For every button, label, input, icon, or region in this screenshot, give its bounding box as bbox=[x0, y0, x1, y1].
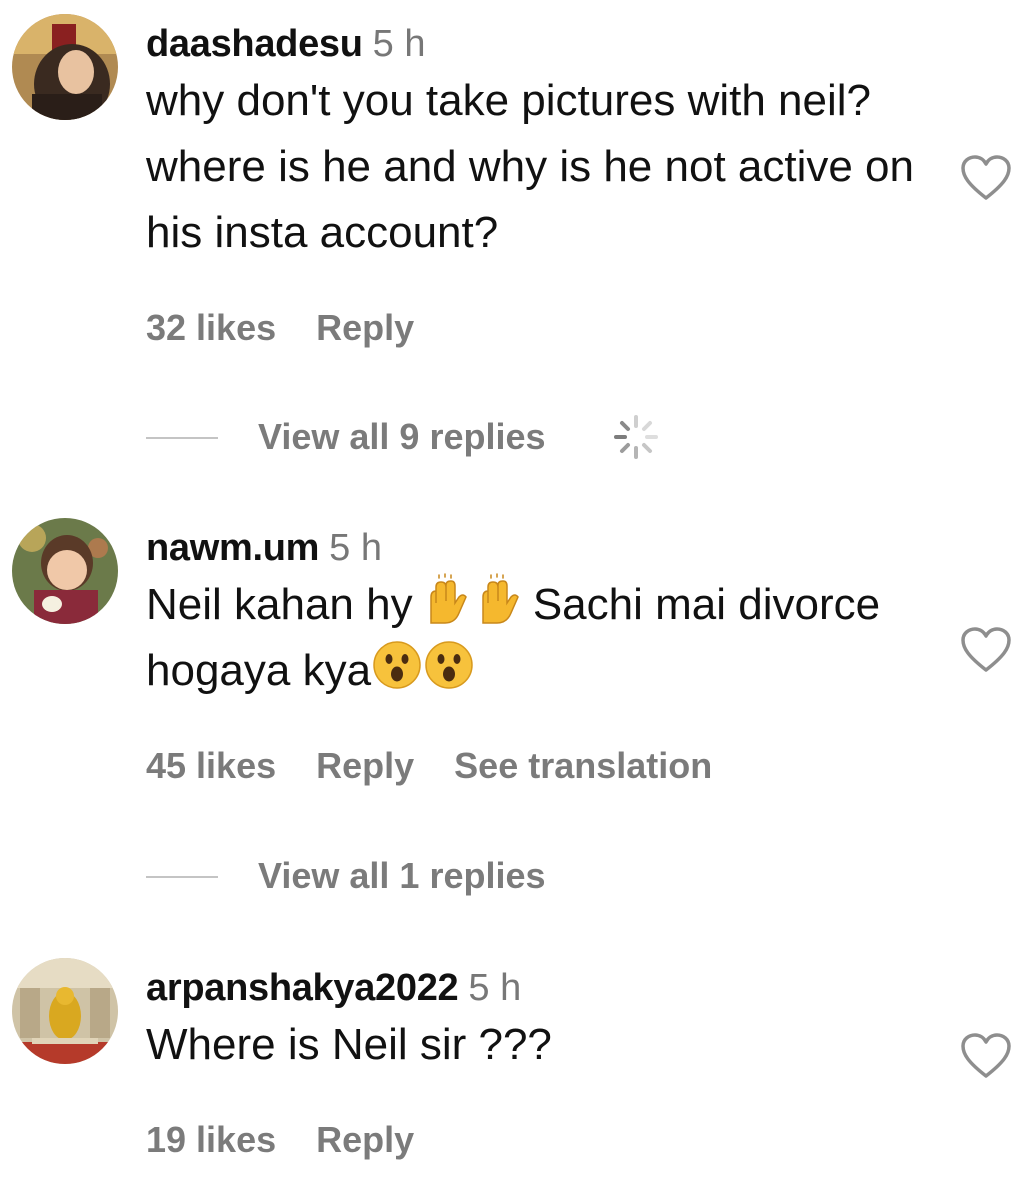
comment-username[interactable]: nawm.um bbox=[146, 527, 319, 569]
see-translation-button[interactable]: See translation bbox=[454, 745, 712, 786]
raising-hands-emoji bbox=[430, 573, 519, 624]
divider bbox=[146, 876, 218, 878]
comment-item: arpanshakya2022 5 h Where is Neil sir ???… bbox=[0, 920, 1025, 1200]
comment-username[interactable]: arpanshakya2022 bbox=[146, 967, 459, 1009]
heart-outline-icon[interactable] bbox=[960, 626, 1012, 674]
view-replies-button[interactable]: View all 1 replies bbox=[146, 854, 626, 898]
comment-text: Neil kahan hy Sachi mai divorce hogaya k… bbox=[146, 572, 936, 704]
reply-button[interactable]: Reply bbox=[316, 1119, 414, 1160]
avatar[interactable] bbox=[12, 958, 118, 1064]
reply-button[interactable]: Reply bbox=[316, 307, 414, 348]
comment-text: Where is Neil sir ??? bbox=[146, 1020, 552, 1069]
avatar[interactable] bbox=[12, 518, 118, 624]
like-count[interactable]: 45 likes bbox=[146, 745, 276, 786]
comment-text-part: Neil kahan hy bbox=[146, 580, 425, 629]
view-replies-label[interactable]: View all 1 replies bbox=[258, 854, 546, 898]
comment-timestamp: 5 h bbox=[468, 967, 522, 1009]
comment-text: why don't you take pictures with neil? w… bbox=[146, 76, 915, 257]
astonished-face-emoji bbox=[373, 641, 473, 689]
heart-outline-icon[interactable] bbox=[960, 1032, 1012, 1080]
spinner-icon bbox=[614, 415, 658, 459]
comment-username[interactable]: daashadesu bbox=[146, 23, 363, 65]
like-count[interactable]: 19 likes bbox=[146, 1119, 276, 1160]
reply-button[interactable]: Reply bbox=[316, 745, 414, 786]
divider bbox=[146, 437, 218, 439]
comment-item: nawm.um 5 h Neil kahan hy Sachi mai divor… bbox=[0, 470, 1025, 920]
view-replies-label[interactable]: View all 9 replies bbox=[258, 415, 546, 459]
like-count[interactable]: 32 likes bbox=[146, 307, 276, 348]
avatar[interactable] bbox=[12, 14, 118, 120]
view-replies-button[interactable]: View all 9 replies bbox=[146, 415, 686, 459]
heart-outline-icon[interactable] bbox=[960, 154, 1012, 202]
comment-item: daashadesu 5 h why don't you take picture… bbox=[0, 0, 1025, 470]
comment-timestamp: 5 h bbox=[372, 23, 426, 65]
comment-timestamp: 5 h bbox=[329, 527, 382, 569]
